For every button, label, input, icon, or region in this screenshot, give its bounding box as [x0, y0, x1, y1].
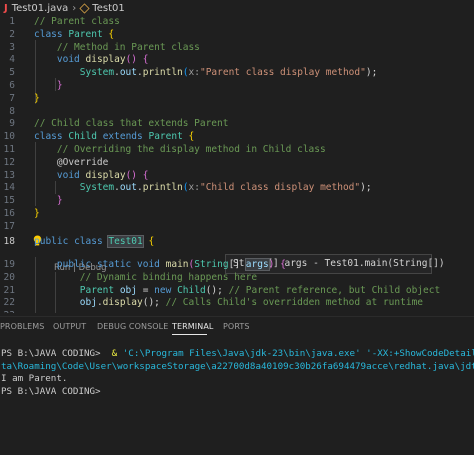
- code-line: }: [34, 92, 40, 104]
- terminal-line: PS B:\JAVA CODING>: [1, 385, 101, 397]
- code-line: // Method in Parent class: [56, 41, 200, 53]
- code-line: // Child class that extends Parent: [34, 118, 229, 130]
- code-line: System.out.println(x:"Parent class displ…: [79, 67, 378, 79]
- terminal-line: I am Parent.: [1, 373, 68, 385]
- code-editor[interactable]: 1 2 3 4 5 6 7 8 9 10 11 12 13 14 15 16 1…: [0, 16, 474, 313]
- tab-terminal[interactable]: TERMINAL: [172, 322, 213, 331]
- code-line: Parent obj = new Child(); // Parent refe…: [79, 284, 441, 296]
- code-line: }: [56, 195, 63, 207]
- tab-problems[interactable]: PROBLEMS: [0, 322, 44, 331]
- code-line: class Child extends Parent {: [34, 131, 195, 143]
- chevron-right-icon: ›: [72, 2, 77, 14]
- breadcrumb-file[interactable]: Test01.java: [12, 3, 69, 14]
- code-line: public class Test01 {: [34, 235, 155, 248]
- panel-tabs: PROBLEMS OUTPUT DEBUG CONSOLE TERMINAL P…: [0, 316, 474, 337]
- code-line: // Parent class: [34, 16, 120, 27]
- line-number: 17: [3, 220, 15, 232]
- code-line: System.out.println(x:"Child class displa…: [79, 182, 372, 194]
- code-line: public static void main(String[] args) {: [56, 258, 286, 271]
- tab-debug-console[interactable]: DEBUG CONSOLE: [97, 322, 168, 331]
- active-tab-indicator: [172, 334, 207, 335]
- line-number: 8: [9, 105, 15, 117]
- code-line: // Dynamic binding happens here: [79, 271, 258, 283]
- highlighted-param[interactable]: args: [244, 258, 270, 271]
- code-line: }: [56, 80, 63, 91]
- code-line: // Overriding the display method in Chil…: [56, 144, 326, 155]
- tab-output[interactable]: OUTPUT: [53, 322, 86, 331]
- breadcrumb-symbol[interactable]: Test01: [92, 3, 124, 14]
- terminal-line: ta\Roaming\Code\User\workspaceStorage\a2…: [1, 360, 474, 372]
- code-line: class Parent {: [34, 28, 115, 40]
- code-line: void display() {: [56, 169, 149, 181]
- code-line: }: [34, 208, 40, 219]
- tab-ports[interactable]: PORTS: [223, 322, 250, 331]
- code-line: void display() {: [56, 54, 149, 66]
- code-line: obj.display(); // Calls Child's overridd…: [79, 297, 424, 309]
- java-icon: J: [4, 2, 8, 14]
- line-number: 23: [0, 310, 15, 313]
- code-line: @Override: [56, 156, 109, 168]
- terminal[interactable]: PS B:\JAVA CODING> & 'C:\Program Files\J…: [0, 336, 474, 455]
- highlighted-symbol[interactable]: Test01: [107, 235, 144, 248]
- class-symbol-icon: [79, 2, 90, 14]
- breadcrumb: J Test01.java › Test01: [0, 0, 474, 16]
- terminal-line: PS B:\JAVA CODING> & 'C:\Program Files\J…: [1, 348, 474, 359]
